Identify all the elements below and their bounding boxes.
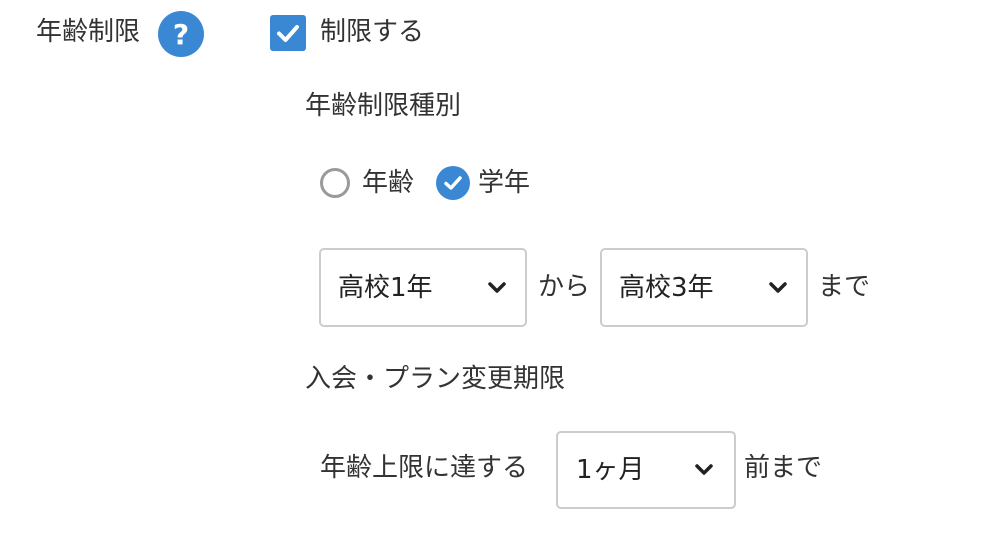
restrict-checkbox[interactable] [270, 15, 306, 51]
restrict-checkbox-label[interactable]: 制限する [320, 19, 424, 45]
restriction-type-heading: 年齢制限種別 [305, 91, 462, 121]
radio-grade-label[interactable]: 学年 [478, 170, 530, 196]
grade-to-suffix: まで [818, 272, 871, 302]
radio-age-label[interactable]: 年齢 [362, 170, 414, 196]
radio-age[interactable] [320, 168, 350, 198]
plan-change-months-value: 1ヶ月 [576, 455, 645, 485]
plan-change-months-select[interactable]: 1ヶ月 [556, 431, 736, 509]
grade-to-select[interactable]: 高校3年 [600, 248, 808, 327]
help-icon-glyph: ? [172, 17, 190, 51]
chevron-down-icon [488, 281, 506, 293]
plan-change-suffix: 前まで [744, 453, 823, 483]
help-question-icon[interactable]: ? [158, 11, 204, 57]
plan-change-heading: 入会・プラン変更期限 [305, 364, 566, 394]
grade-from-suffix: から [538, 272, 591, 302]
chevron-down-icon [695, 464, 713, 475]
radio-grade[interactable] [436, 166, 470, 200]
chevron-down-icon [769, 281, 787, 293]
checkmark-icon [277, 25, 299, 42]
radio-check-icon [444, 176, 462, 190]
grade-to-value: 高校3年 [619, 272, 714, 303]
plan-change-prefix: 年齢上限に達する [320, 453, 529, 483]
grade-from-select[interactable]: 高校1年 [319, 248, 527, 327]
grade-from-value: 高校1年 [338, 272, 433, 303]
age-restriction-label: 年齢制限 [36, 17, 141, 47]
